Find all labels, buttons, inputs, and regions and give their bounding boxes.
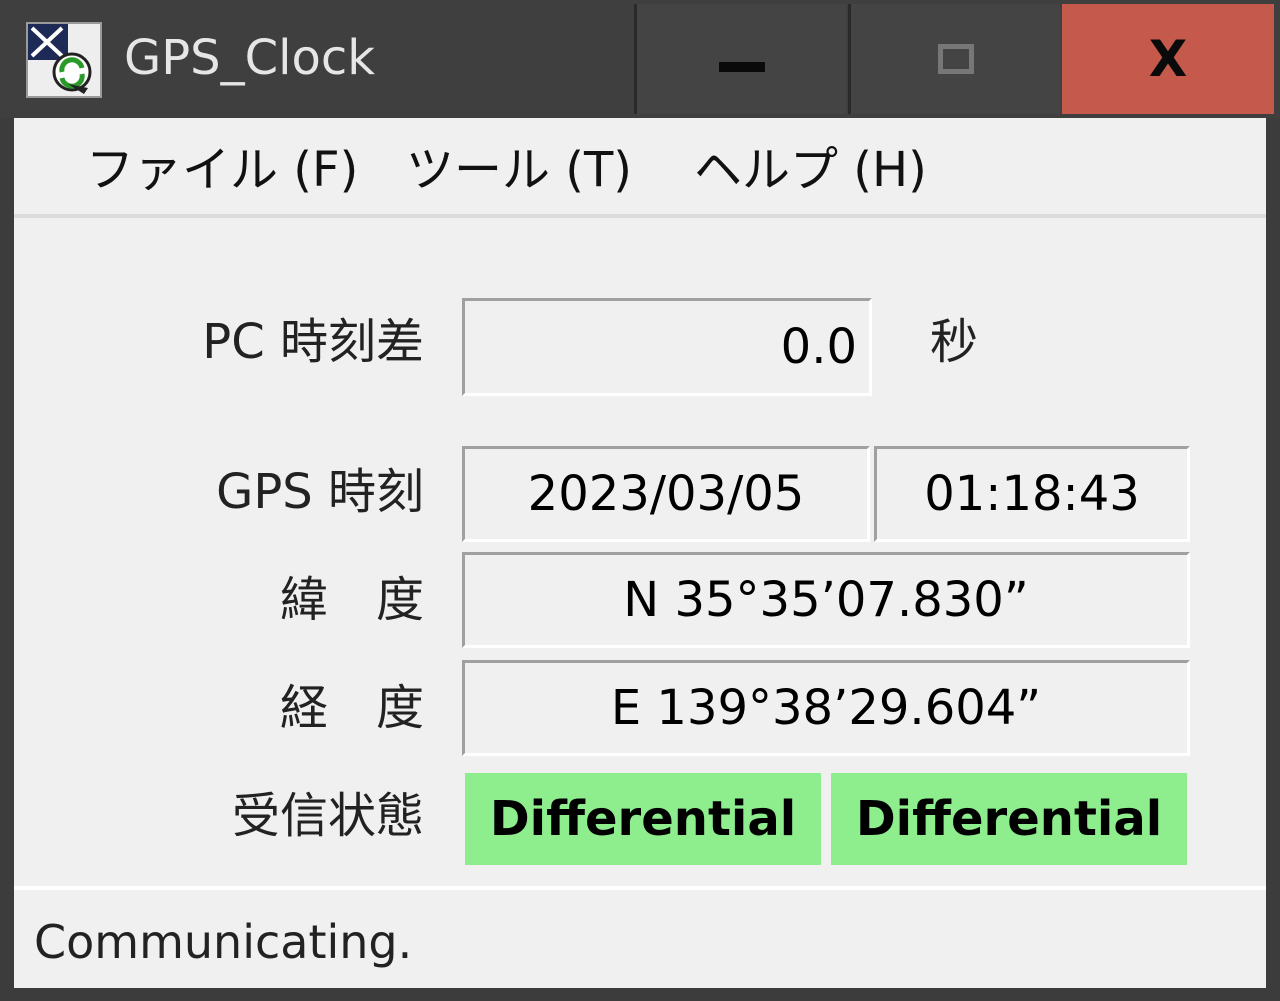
close-icon: X	[1148, 30, 1188, 88]
minimize-button[interactable]	[634, 4, 846, 114]
client-area: ファイル (F) ツール (T) ヘルプ (H) PC 時刻差 0.0 秒 GP…	[14, 118, 1266, 988]
longitude-label: 経 度	[279, 680, 424, 736]
latitude-label: 緯 度	[279, 572, 424, 628]
gps-time-label: GPS 時刻	[216, 464, 424, 520]
reception-status-1: Differential	[462, 770, 824, 868]
title-bar[interactable]: GPS_Clock X	[0, 0, 1280, 118]
reception-label: 受信状態	[231, 788, 424, 844]
latitude-value: N 35°35’07.830”	[623, 572, 1029, 628]
reception-status-2-text: Differential	[855, 791, 1163, 847]
minimize-icon	[718, 62, 765, 72]
gps-time-value: 01:18:43	[924, 466, 1140, 522]
pc-offset-label: PC 時刻差	[202, 314, 424, 370]
app-icon[interactable]	[26, 22, 102, 98]
window-title: GPS_Clock	[124, 30, 376, 86]
pc-offset-value: 0.0	[780, 319, 857, 375]
menu-help[interactable]: ヘルプ (H)	[694, 140, 927, 200]
gps-time-field: 01:18:43	[874, 446, 1190, 542]
pc-offset-field: 0.0	[462, 298, 872, 396]
menu-file[interactable]: ファイル (F)	[86, 140, 358, 200]
maximize-button[interactable]	[848, 4, 1060, 114]
info-panel: PC 時刻差 0.0 秒 GPS 時刻 2023/03/05 01:18:43 …	[14, 222, 1266, 882]
close-button[interactable]: X	[1062, 4, 1274, 114]
menu-tools[interactable]: ツール (T)	[406, 140, 632, 200]
maximize-icon	[937, 44, 974, 74]
status-text: Communicating.	[34, 915, 413, 969]
longitude-value: E 139°38’29.604”	[610, 680, 1042, 736]
longitude-field: E 139°38’29.604”	[462, 660, 1190, 756]
app-window: GPS_Clock X ファイル (F) ツール (T) ヘルプ (H) PC …	[0, 0, 1280, 1001]
status-bar: Communicating.	[14, 886, 1266, 988]
menu-bar: ファイル (F) ツール (T) ヘルプ (H)	[14, 118, 1266, 218]
gps-date-value: 2023/03/05	[527, 466, 805, 522]
reception-status-1-text: Differential	[489, 791, 797, 847]
gps-date-field: 2023/03/05	[462, 446, 870, 542]
reception-status-2: Differential	[828, 770, 1190, 868]
pc-offset-unit: 秒	[930, 314, 979, 370]
latitude-field: N 35°35’07.830”	[462, 552, 1190, 648]
